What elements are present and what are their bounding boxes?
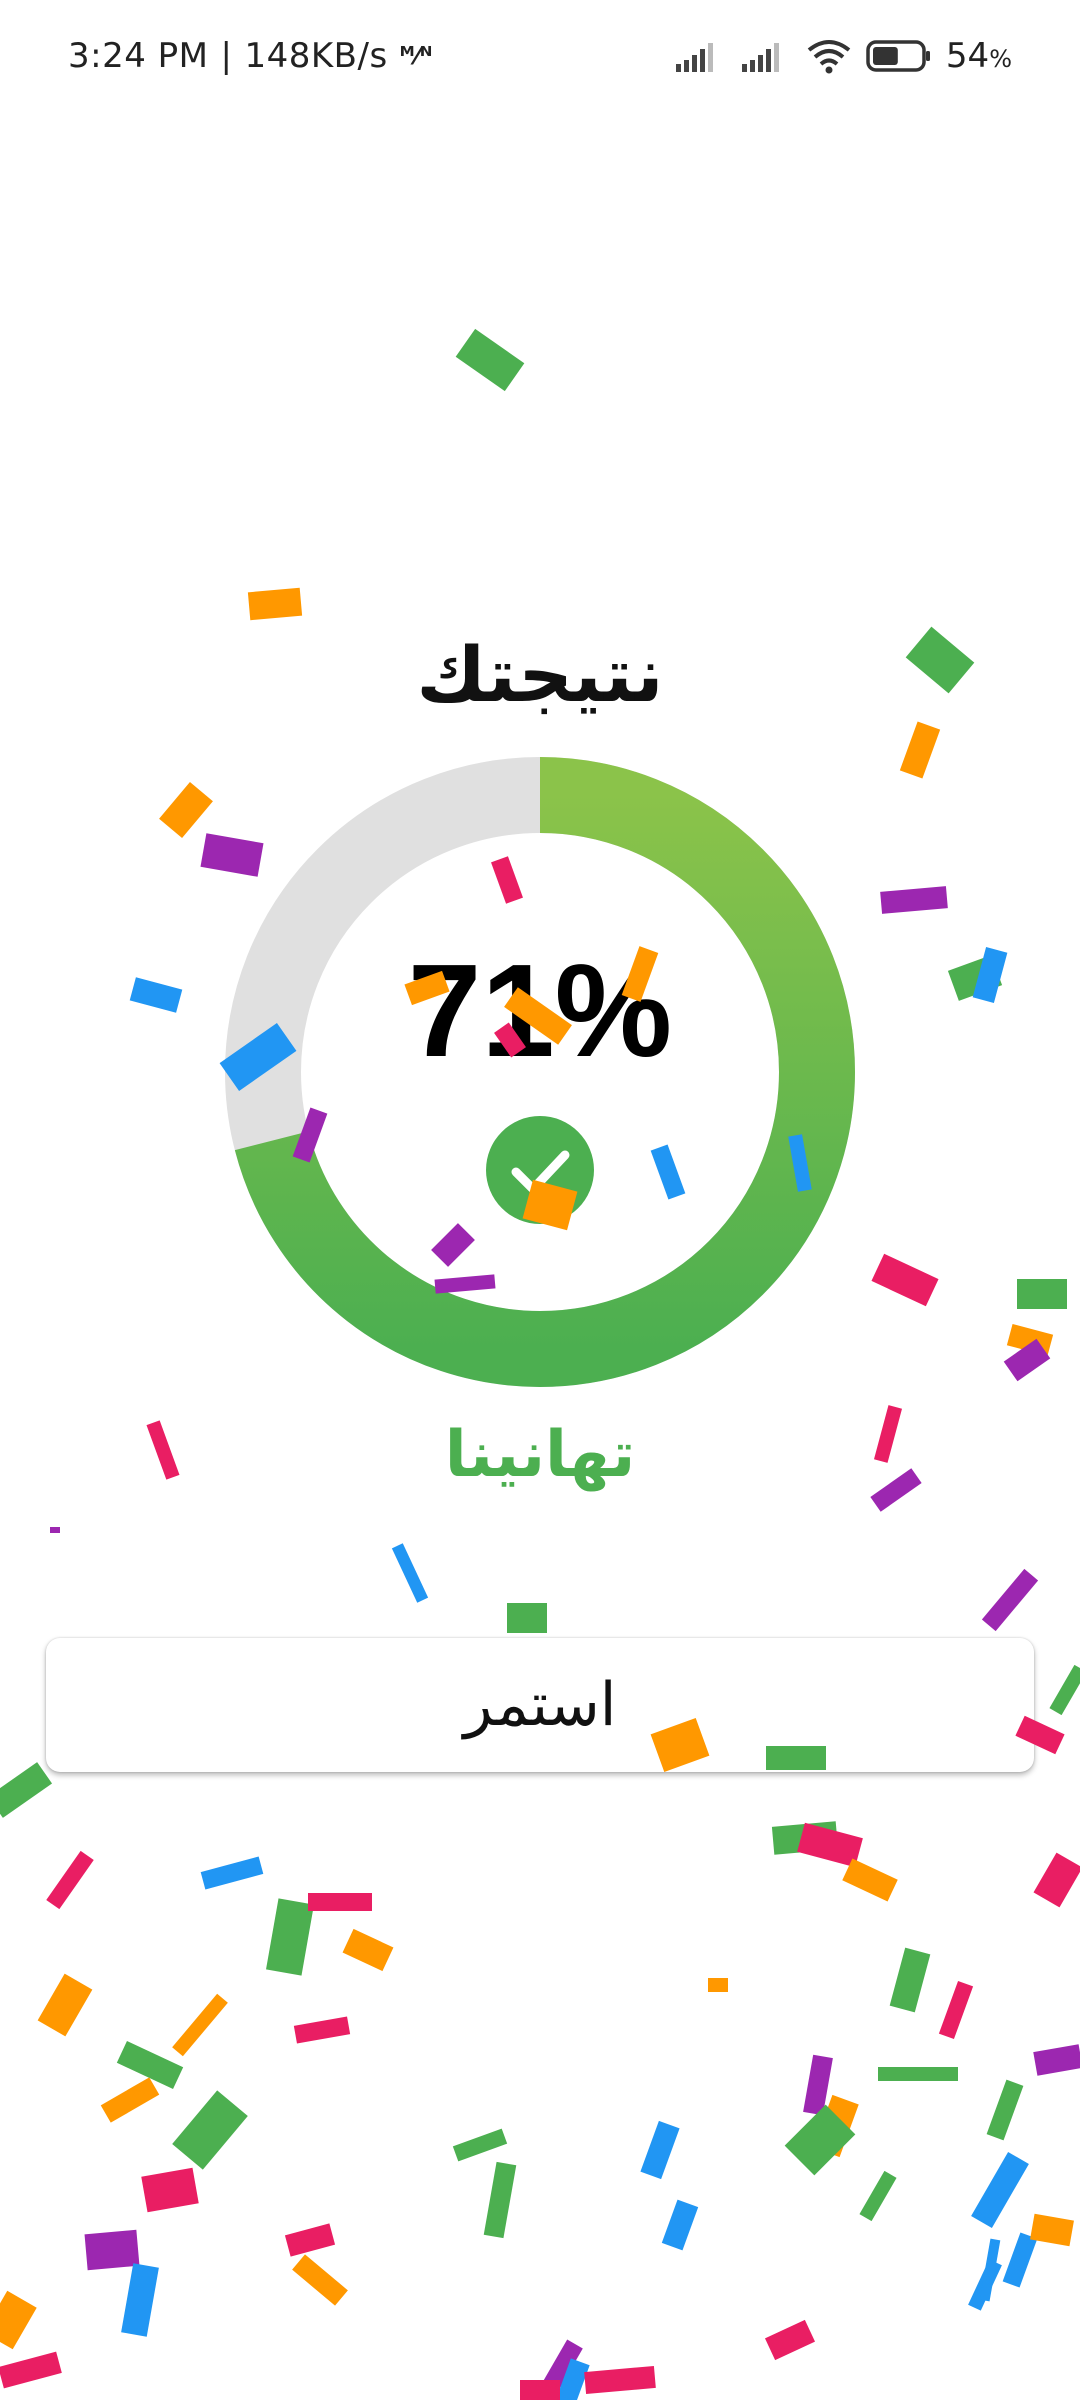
confetti-piece (986, 2079, 1024, 2141)
confetti-piece (661, 2199, 699, 2251)
confetti-piece (550, 2358, 590, 2400)
confetti-piece (871, 1253, 939, 1307)
confetti-piece (584, 2365, 656, 2395)
confetti-piece (803, 2054, 833, 2116)
score-percent: 71% (407, 937, 673, 1084)
battery-level-value: 54 (945, 36, 990, 76)
continue-button[interactable]: استمر (46, 1638, 1034, 1772)
confetti-piece (1006, 1323, 1054, 1357)
confetti-piece (979, 2238, 1001, 2302)
confetti-piece (455, 328, 525, 392)
confetti-piece (842, 1858, 898, 1902)
confetti-piece (859, 2170, 897, 2222)
confetti-piece (899, 721, 941, 779)
confetti-piece (452, 2128, 508, 2162)
confetti-piece (342, 1928, 394, 1972)
confetti-piece (483, 2161, 517, 2239)
battery-level-unit: % (989, 45, 1012, 73)
confetti-piece (1033, 1852, 1080, 1908)
confetti-piece (116, 2041, 184, 2089)
confetti-piece (981, 1568, 1039, 1632)
confetti-piece (813, 2094, 859, 2158)
confetti-piece (708, 1978, 728, 1992)
confetti-piece (771, 1821, 839, 1855)
confetti-piece (878, 2067, 958, 2081)
status-bar: 3:24 PM | 148KB/s ᴹ⁄ᴺ 54% (0, 0, 1080, 120)
confetti-piece (1033, 2044, 1080, 2076)
congratulations-text: تهانينا (444, 1418, 636, 1492)
battery-icon (866, 38, 932, 74)
confetti-piece (1017, 1279, 1067, 1309)
wifi-icon (806, 36, 852, 76)
confetti-piece (1003, 1338, 1051, 1382)
status-left: 3:24 PM | 148KB/s ᴹ⁄ᴺ (68, 36, 433, 76)
confetti-piece (784, 2104, 856, 2176)
confetti-piece (537, 2339, 583, 2400)
confetti-piece (938, 1980, 974, 2040)
confetti-piece (247, 587, 303, 621)
confetti-piece (293, 2016, 351, 2044)
check-circle-icon (486, 1116, 594, 1224)
confetti-piece (172, 1993, 228, 2057)
network-speed-icon: ᴹ⁄ᴺ (399, 42, 433, 70)
confetti-piece (797, 1822, 863, 1868)
confetti-piece (292, 2254, 348, 2306)
network-speed: 148KB/s (244, 36, 388, 76)
confetti-piece (1002, 2232, 1038, 2288)
confetti-piece (507, 1603, 547, 1633)
battery-percent: 54% (946, 36, 1012, 76)
status-time: 3:24 PM (68, 36, 209, 76)
confetti-piece (764, 2319, 816, 2361)
confetti-piece (391, 1543, 429, 1603)
confetti-piece (520, 2380, 560, 2400)
confetti-piece (640, 2120, 680, 2180)
result-title: نتيجتك (416, 630, 664, 719)
confetti-piece (0, 1762, 53, 1818)
confetti-piece (50, 1527, 60, 1533)
confetti-piece (200, 1856, 264, 1890)
confetti-piece (46, 1850, 94, 1910)
confetti-piece (889, 1947, 931, 2013)
confetti-piece (37, 1973, 93, 2037)
confetti-piece (284, 2223, 336, 2257)
quiz-result-screen: 3:24 PM | 148KB/s ᴹ⁄ᴺ 54% نتيجتك 71% تها… (0, 0, 1080, 2400)
confetti-piece (880, 886, 948, 914)
confetti-piece (141, 2167, 199, 2213)
confetti-piece (266, 1898, 314, 1976)
confetti-piece (159, 781, 213, 839)
confetti-piece (1030, 2213, 1074, 2247)
confetti-piece (968, 2259, 1002, 2311)
confetti-piece (121, 2263, 159, 2337)
confetti-piece (0, 2351, 62, 2389)
status-right: 54% (674, 36, 1012, 76)
confetti-piece (971, 2151, 1029, 2229)
confetti-piece (100, 2077, 160, 2123)
status-separator: | (220, 36, 233, 76)
confetti-piece (308, 1893, 372, 1911)
confetti-piece (84, 2229, 140, 2271)
signal-sim1-icon (674, 36, 726, 76)
signal-sim2-icon (740, 36, 792, 76)
confetti-piece (1049, 1664, 1080, 1716)
confetti-piece (0, 2290, 37, 2350)
confetti-piece (172, 2090, 248, 2170)
